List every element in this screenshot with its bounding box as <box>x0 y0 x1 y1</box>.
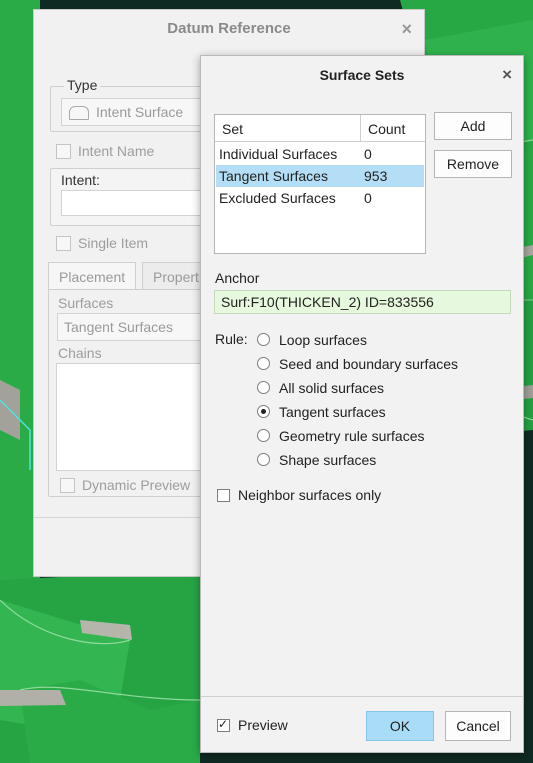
table-row[interactable]: Excluded Surfaces 0 <box>216 187 424 209</box>
remove-button[interactable]: Remove <box>434 150 512 178</box>
type-group-label: Type <box>64 77 101 93</box>
set-count: 953 <box>364 168 388 184</box>
intent-name-checkbox[interactable] <box>56 144 71 159</box>
type-value: Intent Surface <box>96 104 184 120</box>
neighbor-surfaces-label: Neighbor surfaces only <box>238 487 382 503</box>
radio-button[interactable] <box>257 333 270 346</box>
radio-button[interactable] <box>257 429 270 442</box>
surfaces-field[interactable]: Tangent Surfaces <box>57 313 202 341</box>
set-name: Excluded Surfaces <box>219 190 336 206</box>
set-name: Tangent Surfaces <box>219 168 328 184</box>
chains-list[interactable] <box>56 363 202 471</box>
intent-surface-icon <box>69 106 89 120</box>
table-row[interactable]: Individual Surfaces 0 <box>216 143 424 165</box>
add-button[interactable]: Add <box>434 112 512 140</box>
set-count: 0 <box>364 146 372 162</box>
neighbor-surfaces-checkbox[interactable] <box>217 489 230 502</box>
rule-option-label: All solid surfaces <box>279 380 385 396</box>
column-header-set[interactable]: Set <box>222 121 243 137</box>
close-icon[interactable]: × <box>401 19 412 40</box>
intent-name-label: Intent Name <box>78 143 155 159</box>
rule-option-label: Shape surfaces <box>279 452 377 468</box>
intent-label: Intent: <box>61 172 100 188</box>
rule-label: Rule: <box>215 331 248 347</box>
dialog-divider <box>201 696 523 697</box>
tab-placement[interactable]: Placement <box>48 262 137 290</box>
rule-option-label: Seed and boundary surfaces <box>279 356 459 372</box>
chains-label: Chains <box>58 345 102 361</box>
set-name: Individual Surfaces <box>219 146 338 162</box>
radio-button[interactable] <box>257 381 270 394</box>
surfaces-label: Surfaces <box>58 295 114 311</box>
radio-button[interactable] <box>257 357 270 370</box>
single-item-label: Single Item <box>78 235 149 251</box>
column-header-count[interactable]: Count <box>368 121 405 137</box>
table-row-selected[interactable]: Tangent Surfaces 953 <box>216 165 424 187</box>
single-item-checkbox[interactable] <box>56 236 71 251</box>
rule-option-label: Geometry rule surfaces <box>279 428 425 444</box>
tab-properties[interactable]: Propert <box>142 262 202 290</box>
ok-button[interactable]: OK <box>366 711 434 741</box>
cancel-button[interactable]: Cancel <box>445 711 511 741</box>
dynamic-preview-label: Dynamic Preview <box>82 477 191 493</box>
rule-option-label: Tangent surfaces <box>279 404 386 420</box>
preview-checkbox[interactable] <box>217 717 230 732</box>
surface-set-table[interactable]: Set Count Individual Surfaces 0 Tangent … <box>214 114 426 254</box>
table-header: Set Count <box>215 115 425 142</box>
intent-field[interactable] <box>61 190 201 216</box>
rule-option-label: Loop surfaces <box>279 332 367 348</box>
dynamic-preview-checkbox[interactable] <box>60 478 75 493</box>
datum-dialog-title: Datum Reference <box>167 20 291 37</box>
surface-sets-dialog: Surface Sets × Set Count Individual Surf… <box>200 55 524 753</box>
anchor-label: Anchor <box>215 270 260 286</box>
column-separator <box>360 115 361 141</box>
close-icon[interactable]: × <box>502 65 512 85</box>
radio-button-selected[interactable] <box>257 405 270 418</box>
anchor-field[interactable]: Surf:F10(THICKEN_2) ID=833556 <box>214 290 511 314</box>
radio-button[interactable] <box>257 453 270 466</box>
preview-label: Preview <box>238 717 288 733</box>
type-dropdown[interactable]: Intent Surface <box>61 98 201 126</box>
set-count: 0 <box>364 190 372 206</box>
surface-sets-title: Surface Sets <box>319 67 405 83</box>
